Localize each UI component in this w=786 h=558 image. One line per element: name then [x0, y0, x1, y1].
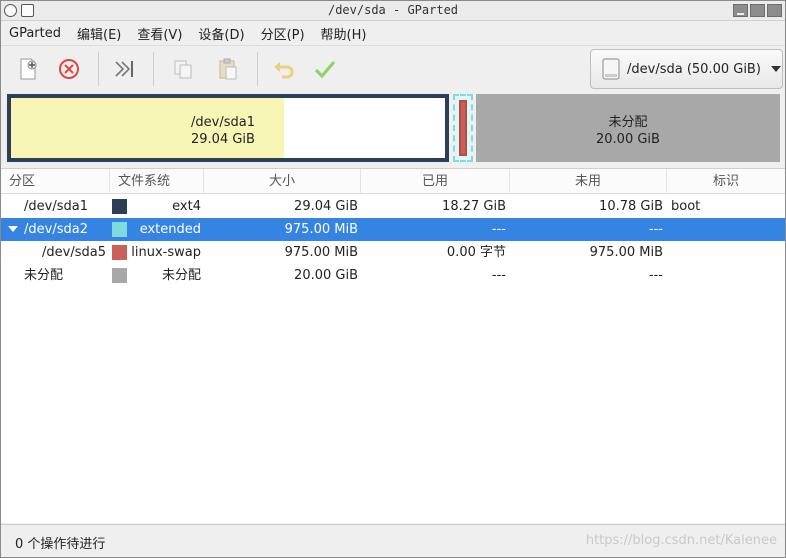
row-partition: 未分配 [24, 268, 64, 283]
chevron-down-icon [770, 66, 781, 72]
row-unused: 975.00 MiB [589, 245, 663, 260]
copy-button[interactable] [168, 54, 198, 84]
apply-button[interactable] [310, 54, 340, 84]
menu-view[interactable]: 查看(V) [137, 24, 182, 43]
col-filesystem[interactable]: 文件系统 [110, 169, 204, 194]
minimize-button[interactable] [733, 4, 748, 17]
paste-icon [219, 58, 237, 80]
status-bar: 0 个操作待进行 https://blog.csdn.net/Kalenee [1, 524, 785, 557]
map-unallocated-size: 20.00 GiB [596, 132, 660, 147]
col-size[interactable]: 大小 [204, 169, 361, 194]
row-filesystem: linux-swap [131, 245, 201, 260]
menu-partition[interactable]: 分区(P) [261, 24, 305, 43]
window-title: /dev/sda - GParted [327, 3, 459, 17]
col-flags[interactable]: 标识 [667, 169, 785, 194]
close-button[interactable] [767, 4, 782, 17]
fs-color-swatch [112, 268, 127, 283]
partition-table: 分区 文件系统 大小 已用 未用 标识 /dev/sda1 ext4 29.04… [1, 168, 785, 523]
expander-down-icon[interactable] [8, 226, 18, 232]
row-size: 975.00 MiB [284, 245, 358, 260]
col-partition[interactable]: 分区 [1, 169, 110, 194]
row-filesystem: ext4 [172, 199, 201, 214]
hard-disk-icon [602, 58, 620, 80]
delete-partition-icon [59, 59, 79, 79]
menu-bar: GParted 编辑(E) 查看(V) 设备(D) 分区(P) 帮助(H) [1, 22, 785, 44]
map-partition-sda1[interactable]: /dev/sda1 29.04 GiB [7, 94, 449, 162]
row-flags: boot [671, 199, 701, 214]
col-used[interactable]: 已用 [361, 169, 510, 194]
row-partition: /dev/sda2 [24, 222, 88, 237]
new-partition-icon [20, 58, 37, 80]
maximize-button[interactable] [750, 4, 765, 17]
map-partition-swap[interactable] [459, 100, 467, 156]
row-size: 29.04 GiB [294, 199, 358, 214]
map-unallocated-name: 未分配 [608, 115, 648, 130]
fs-color-swatch [112, 199, 127, 214]
fs-color-swatch [112, 222, 127, 237]
watermark: https://blog.csdn.net/Kalenee [585, 533, 777, 548]
row-used: 0.00 字节 [446, 245, 506, 260]
table-row[interactable]: /dev/sda1 ext4 29.04 GiB 18.27 GiB 10.78… [1, 195, 785, 218]
row-unused: --- [648, 222, 663, 237]
undo-icon [274, 62, 294, 79]
copy-icon [174, 60, 192, 79]
row-partition: /dev/sda5 [42, 245, 106, 260]
row-used: --- [491, 268, 506, 283]
delete-partition-button[interactable] [54, 54, 84, 84]
row-used: 18.27 GiB [442, 199, 506, 214]
map-sda1-name: /dev/sda1 [191, 115, 255, 130]
new-partition-button[interactable] [13, 54, 43, 84]
row-unused: 10.78 GiB [599, 199, 663, 214]
row-filesystem: extended [139, 222, 201, 237]
table-row[interactable]: /dev/sda5 linux-swap 975.00 MiB 0.00 字节 … [1, 241, 785, 264]
table-row-selected[interactable]: /dev/sda2 extended 975.00 MiB --- --- [1, 218, 785, 241]
row-partition: /dev/sda1 [24, 199, 88, 214]
title-bar: /dev/sda - GParted [1, 1, 785, 21]
table-row[interactable]: 未分配 未分配 20.00 GiB --- --- [1, 264, 785, 287]
partition-map: /dev/sda1 29.04 GiB 未分配 20.00 GiB [1, 91, 785, 167]
apply-icon [314, 60, 336, 79]
row-used: --- [491, 222, 506, 237]
map-sda1-size: 29.04 GiB [191, 132, 255, 147]
menu-edit[interactable]: 编辑(E) [77, 24, 121, 43]
paste-button[interactable] [213, 54, 243, 84]
resize-move-button[interactable] [110, 54, 140, 84]
map-partition-extended[interactable] [453, 94, 473, 162]
row-filesystem: 未分配 [161, 268, 201, 283]
pending-operations-status: 0 个操作待进行 [15, 537, 106, 552]
menu-device[interactable]: 设备(D) [198, 24, 244, 43]
toolbar: /dev/sda (50.00 GiB) [1, 45, 785, 91]
resize-move-icon [115, 61, 133, 77]
map-unallocated[interactable]: 未分配 20.00 GiB [476, 94, 780, 162]
menu-gparted[interactable]: GParted [9, 26, 61, 41]
undo-button[interactable] [269, 54, 299, 84]
table-header: 分区 文件系统 大小 已用 未用 标识 [1, 169, 785, 194]
device-selector[interactable]: /dev/sda (50.00 GiB) [590, 49, 783, 89]
row-unused: --- [648, 268, 663, 283]
row-size: 20.00 GiB [294, 268, 358, 283]
fs-color-swatch [112, 245, 127, 260]
row-size: 975.00 MiB [284, 222, 358, 237]
menu-help[interactable]: 帮助(H) [321, 24, 367, 43]
gparted-window: /dev/sda - GParted GParted 编辑(E) 查看(V) 设… [0, 0, 786, 558]
device-label: /dev/sda (50.00 GiB) [627, 61, 761, 77]
col-unused[interactable]: 未用 [510, 169, 667, 194]
